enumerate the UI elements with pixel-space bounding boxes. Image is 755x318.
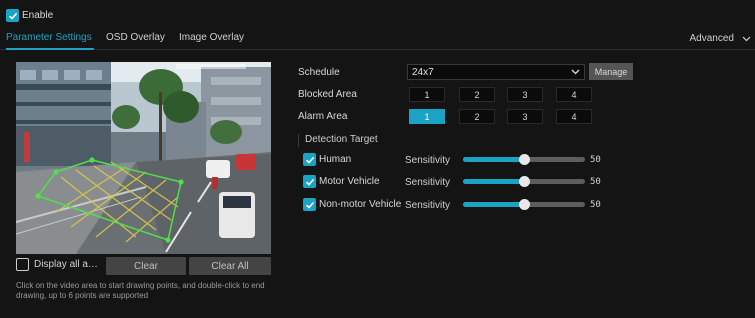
human-sensitivity-value: 50 — [590, 155, 601, 165]
clear-button[interactable]: Clear — [106, 257, 186, 275]
blocked-area-3-button[interactable]: 3 — [507, 87, 543, 102]
check-icon — [305, 156, 314, 164]
target-human-toggle[interactable]: Human — [303, 153, 351, 166]
slider-thumb[interactable] — [518, 199, 530, 210]
display-all-label: Display all a… — [34, 259, 98, 270]
human-label: Human — [319, 154, 352, 165]
check-icon — [305, 178, 314, 186]
enable-toggle[interactable]: Enable — [6, 9, 53, 22]
blocked-area-1-button[interactable]: 1 — [409, 87, 445, 102]
non-motor-vehicle-sensitivity-value: 50 — [590, 200, 601, 210]
human-checkbox[interactable] — [303, 153, 316, 166]
chevron-down-icon — [742, 36, 751, 41]
non-motor-vehicle-sensitivity-label: Sensitivity — [405, 200, 451, 211]
display-all-checkbox[interactable] — [16, 258, 29, 271]
display-all-toggle[interactable]: Display all a… — [16, 258, 98, 271]
schedule-value: 24x7 — [412, 66, 434, 78]
blocked-area-4-button[interactable]: 4 — [556, 87, 592, 102]
tab-image-overlay[interactable]: Image Overlay — [179, 32, 244, 43]
check-icon — [305, 201, 314, 209]
blocked-area-2-button[interactable]: 2 — [459, 87, 495, 102]
non-motor-vehicle-checkbox[interactable] — [303, 198, 316, 211]
tab-osd-overlay[interactable]: OSD Overlay — [106, 32, 165, 43]
schedule-label: Schedule — [298, 67, 340, 78]
enable-label: Enable — [22, 10, 54, 21]
manage-button[interactable]: Manage — [589, 63, 633, 80]
target-motor-vehicle-toggle[interactable]: Motor Vehicle — [303, 175, 380, 188]
schedule-select[interactable]: 24x7 — [407, 64, 585, 80]
slider-thumb[interactable] — [518, 176, 530, 187]
slider-thumb[interactable] — [518, 154, 530, 165]
alarm-area-label: Alarm Area — [298, 111, 348, 122]
motor-vehicle-label: Motor Vehicle — [319, 176, 380, 187]
detection-target-heading: Detection Target — [298, 134, 378, 147]
alarm-area-4-button[interactable]: 4 — [556, 109, 592, 124]
alarm-area-2-button[interactable]: 2 — [459, 109, 495, 124]
drawing-hint: Click on the video area to start drawing… — [16, 281, 265, 300]
tab-parameter-settings[interactable]: Parameter Settings — [6, 32, 92, 43]
motor-vehicle-sensitivity-slider[interactable] — [463, 176, 585, 187]
non-motor-vehicle-sensitivity-slider[interactable] — [463, 199, 585, 210]
active-tab-indicator — [6, 48, 94, 50]
blocked-area-label: Blocked Area — [298, 89, 357, 100]
non-motor-vehicle-label: Non-motor Vehicle — [319, 199, 402, 210]
alarm-area-1-button[interactable]: 1 — [409, 109, 445, 124]
target-non-motor-vehicle-toggle[interactable]: Non-motor Vehicle — [303, 198, 401, 211]
alarm-area-3-button[interactable]: 3 — [507, 109, 543, 124]
tab-bar: Parameter Settings OSD Overlay Image Ove… — [0, 28, 755, 50]
advanced-dropdown[interactable]: Advanced — [690, 33, 751, 44]
video-preview[interactable] — [16, 62, 271, 254]
check-icon — [8, 12, 17, 20]
clear-all-button[interactable]: Clear All — [189, 257, 271, 275]
enable-checkbox[interactable] — [6, 9, 19, 22]
motor-vehicle-sensitivity-label: Sensitivity — [405, 177, 451, 188]
human-sensitivity-label: Sensitivity — [405, 155, 451, 166]
advanced-label: Advanced — [689, 33, 734, 44]
motor-vehicle-checkbox[interactable] — [303, 175, 316, 188]
motor-vehicle-sensitivity-value: 50 — [590, 177, 601, 187]
human-sensitivity-slider[interactable] — [463, 154, 585, 165]
chevron-down-icon — [571, 69, 580, 75]
camera-scene — [16, 62, 271, 254]
